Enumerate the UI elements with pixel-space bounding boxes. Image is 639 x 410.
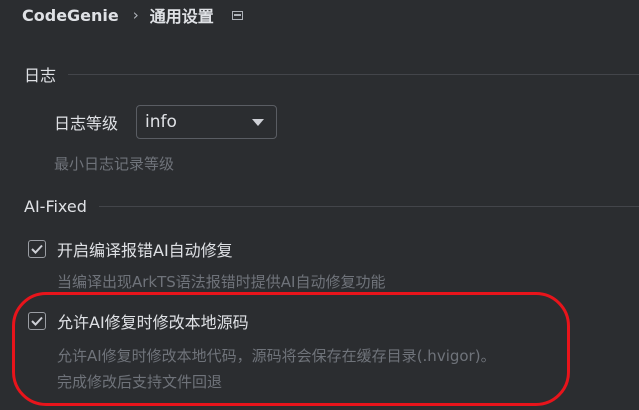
log-level-select[interactable]: info <box>136 105 278 139</box>
modify-source-option[interactable]: 允许AI修复时修改本地源码 <box>28 310 249 332</box>
auto-fix-hint: 当编译出现ArkTS语法报错时提供AI自动修复功能 <box>57 273 386 291</box>
section-divider <box>68 73 639 75</box>
breadcrumb-separator: › <box>132 6 139 24</box>
modify-source-label: 允许AI修复时修改本地源码 <box>57 313 249 332</box>
modify-source-checkbox[interactable] <box>28 312 46 330</box>
checkmark-icon <box>31 316 43 326</box>
log-level-value: info <box>145 112 177 132</box>
section-divider <box>98 205 639 207</box>
page-title: 通用设置 <box>149 7 214 26</box>
ai-fixed-section-title: AI-Fixed <box>24 196 87 216</box>
log-level-row: 日志等级 info <box>54 104 278 140</box>
pin-window-icon[interactable] <box>231 10 243 20</box>
checkmark-icon <box>31 244 43 254</box>
modify-source-hint-line-2: 完成修改后支持文件回退 <box>57 373 223 391</box>
log-section-header: 日志 <box>24 63 639 85</box>
ai-fixed-section-header: AI-Fixed <box>24 195 639 217</box>
log-level-label: 日志等级 <box>54 114 119 133</box>
auto-fix-option[interactable]: 开启编译报错AI自动修复 <box>28 238 233 260</box>
auto-fix-checkbox[interactable] <box>28 240 46 258</box>
settings-page: CodeGenie › 通用设置 日志 日志等级 info 最小日志记录等级 A… <box>0 0 639 410</box>
log-level-hint: 最小日志记录等级 <box>54 155 175 173</box>
breadcrumb: CodeGenie › 通用设置 <box>22 3 243 27</box>
chevron-down-icon <box>252 118 265 126</box>
log-section-title: 日志 <box>24 66 57 85</box>
breadcrumb-root[interactable]: CodeGenie <box>22 6 119 25</box>
auto-fix-label: 开启编译报错AI自动修复 <box>57 241 233 260</box>
modify-source-hint-line-1: 允许AI修复时修改本地代码，源码将会保存在缓存目录(.hvigor)。 <box>57 347 496 365</box>
